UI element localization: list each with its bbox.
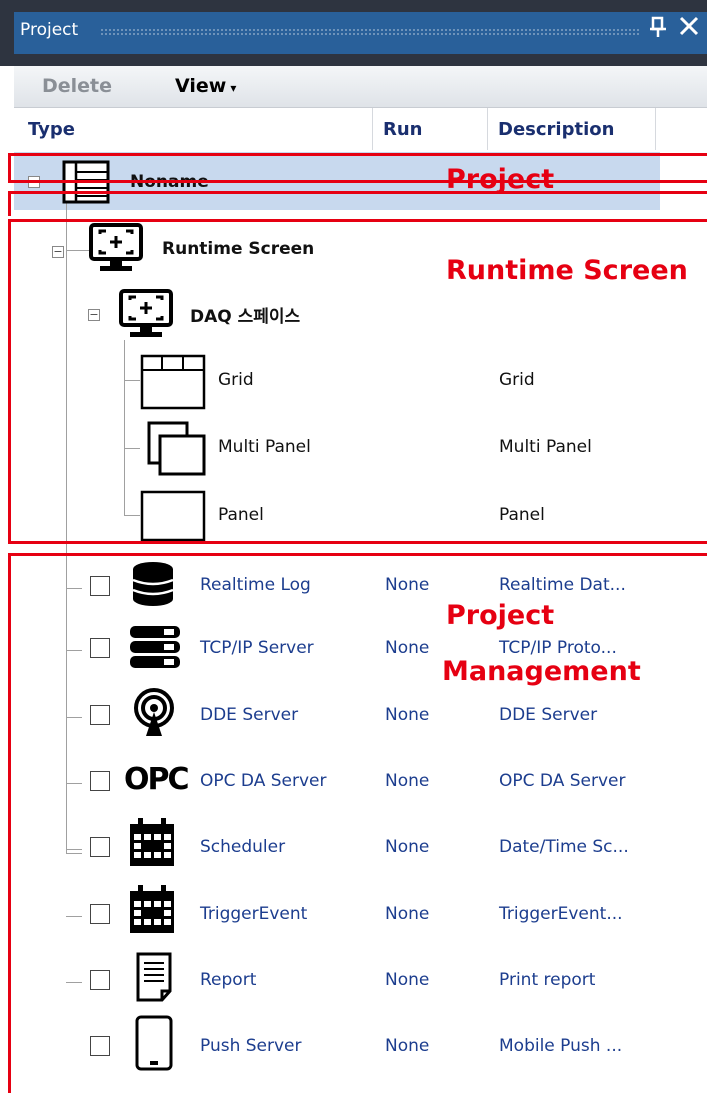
column-header-type[interactable]: Type [28, 119, 75, 140]
pin-icon[interactable] [648, 16, 668, 44]
annotation-box-project [8, 153, 707, 183]
column-header-run[interactable]: Run [383, 119, 423, 140]
panel-title: Project [20, 20, 79, 40]
chevron-down-icon: ▾ [230, 81, 237, 95]
annotation-box-project-management [8, 553, 707, 1093]
delete-button[interactable]: Delete [42, 75, 112, 97]
column-divider[interactable] [487, 108, 488, 150]
annotation-label-runtime-screen: Runtime Screen [446, 255, 688, 286]
view-menu-button[interactable]: View ▾ [175, 75, 236, 97]
titlebar-grip [100, 28, 640, 36]
annotation-label-management-1: Project [446, 600, 555, 631]
view-label: View [175, 75, 227, 97]
annotation-label-management-2: Management [442, 656, 641, 687]
column-divider[interactable] [372, 108, 373, 150]
annotation-box-project-bottom [8, 191, 707, 216]
column-header-description[interactable]: Description [498, 119, 614, 140]
toolbar [14, 66, 707, 108]
column-divider[interactable] [655, 108, 656, 150]
close-icon[interactable] [678, 14, 700, 42]
